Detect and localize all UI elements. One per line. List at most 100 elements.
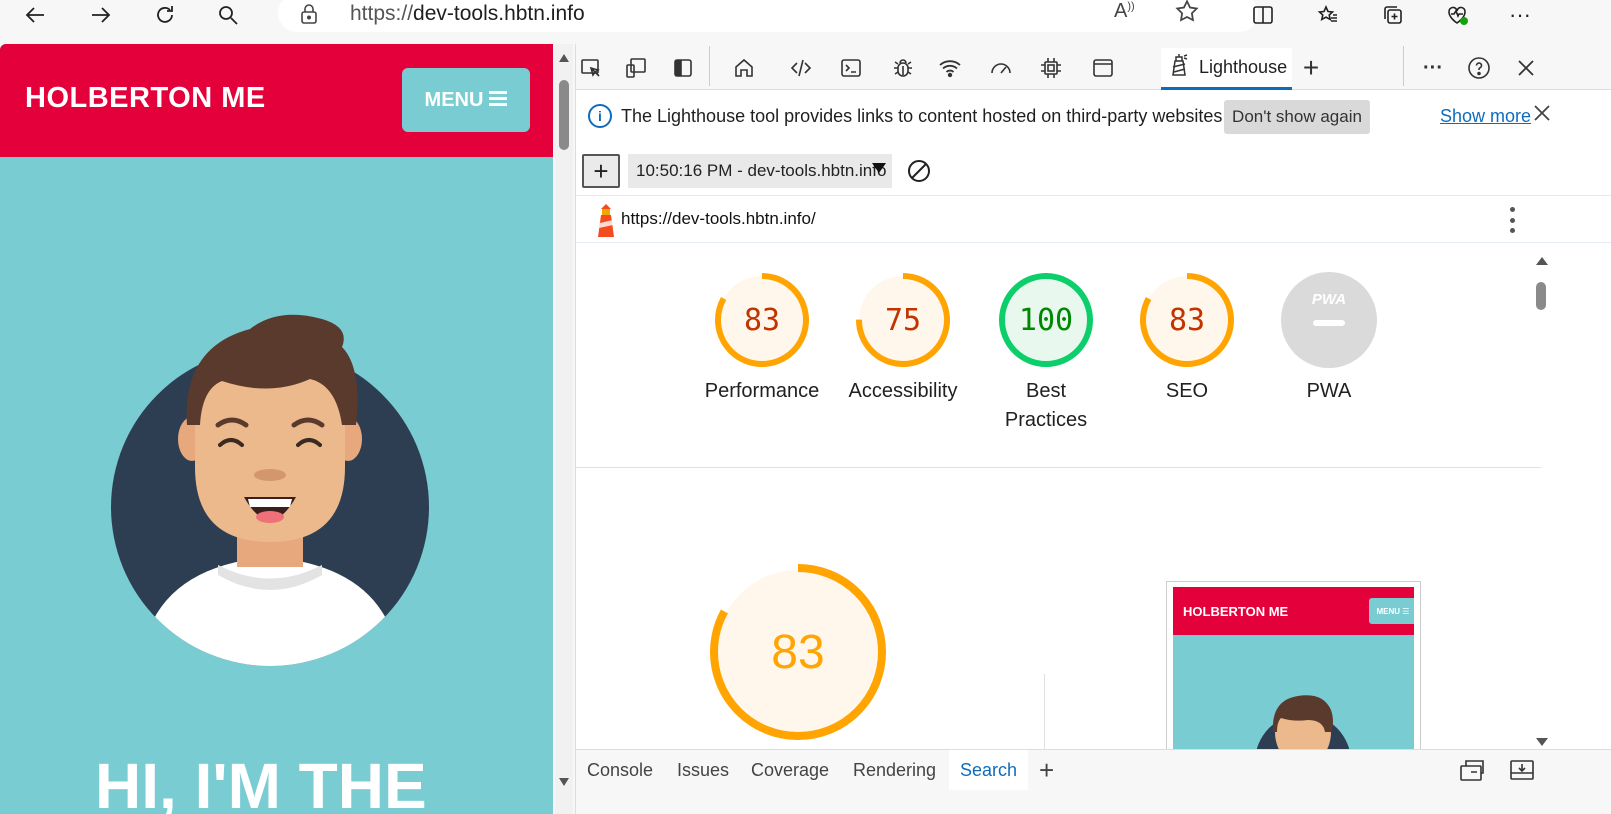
score-value: 100	[1019, 303, 1073, 338]
memory-chip-icon[interactable]	[1036, 53, 1066, 83]
lighthouse-icon	[1169, 53, 1189, 82]
favorite-star-icon[interactable]	[1174, 0, 1200, 29]
pwa-badge-icon: PWA	[1281, 272, 1377, 368]
thumbnail-menu-button: MENU ☰	[1369, 598, 1414, 624]
dropdown-caret-icon	[872, 163, 886, 173]
favorites-icon[interactable]	[1308, 0, 1348, 30]
score-seo[interactable]: 83 SEO	[1122, 270, 1252, 406]
large-score-value: 83	[771, 626, 824, 679]
device-emulation-icon[interactable]	[621, 53, 651, 83]
application-icon[interactable]	[1088, 53, 1118, 83]
info-bar: i The Lighthouse tool provides links to …	[576, 91, 1611, 141]
hamburger-icon	[489, 89, 508, 112]
inspect-element-icon[interactable]	[576, 53, 606, 83]
dont-show-again-button[interactable]: Don't show again	[1224, 100, 1370, 134]
lock-icon[interactable]	[298, 2, 320, 31]
add-tool-plus-icon[interactable]: +	[1296, 52, 1326, 83]
address-bar[interactable]: https://dev-tools.hbtn.info A))	[278, 0, 1258, 32]
collections-icon[interactable]	[1373, 0, 1413, 30]
close-infobar-icon[interactable]	[1532, 103, 1552, 129]
score-performance[interactable]: 83 Performance	[697, 270, 827, 406]
report-scrollbar[interactable]	[1532, 254, 1550, 754]
report-toolbar: + 10:50:16 PM - dev-tools.hbtn.info	[576, 144, 1611, 196]
drawer-tabbar: Console Issues Coverage Rendering Search…	[576, 749, 1611, 814]
browser-toolbar: https://dev-tools.hbtn.info A)) ···	[0, 0, 1611, 34]
score-label: SEO	[1165, 380, 1209, 402]
score-value: 75	[885, 303, 921, 338]
report-menu-icon[interactable]	[1508, 207, 1516, 233]
sources-bug-icon[interactable]	[888, 53, 918, 83]
report-select[interactable]: 10:50:16 PM - dev-tools.hbtn.info	[628, 154, 892, 188]
show-more-link[interactable]: Show more	[1440, 106, 1531, 127]
score-best-practices[interactable]: 100 Best Practices	[981, 270, 1111, 435]
scroll-down-icon[interactable]	[559, 778, 569, 786]
vertical-divider	[1044, 674, 1045, 749]
split-screen-icon[interactable]	[1243, 0, 1283, 30]
gauge-ring: 100	[999, 273, 1093, 367]
menu-label: MENU	[424, 88, 484, 111]
toolbar-divider	[709, 46, 710, 86]
welcome-home-icon[interactable]	[729, 53, 759, 83]
network-wifi-icon[interactable]	[935, 53, 965, 83]
lighthouse-report: 83 Performance 75 Accessibility 100 Best…	[576, 244, 1541, 749]
score-pwa[interactable]: PWA PWA	[1264, 270, 1394, 406]
lighthouse-logo-icon	[592, 203, 620, 239]
performance-gauge-icon[interactable]	[986, 53, 1016, 83]
drawer-tab-issues[interactable]: Issues	[666, 750, 740, 790]
drawer-tab-coverage[interactable]: Coverage	[740, 750, 840, 790]
pwa-badge-text: PWA	[1312, 291, 1346, 308]
performance-score-large: 83	[706, 560, 890, 749]
close-devtools-icon[interactable]	[1511, 53, 1541, 83]
site-title: HOLBERTON ME	[25, 82, 266, 114]
forward-icon[interactable]	[80, 0, 120, 30]
address-url: https://dev-tools.hbtn.info	[350, 2, 585, 25]
search-icon[interactable]	[208, 0, 248, 30]
elements-icon[interactable]	[786, 53, 816, 83]
dock-drawer-icon[interactable]	[1509, 758, 1535, 787]
add-drawer-tool-icon[interactable]: +	[1028, 750, 1065, 790]
scroll-down-icon[interactable]	[1536, 738, 1548, 746]
score-value: 83	[1169, 303, 1205, 338]
report-scroll-thumb[interactable]	[1536, 282, 1546, 310]
drawer-tab-console[interactable]: Console	[576, 750, 664, 790]
refresh-icon[interactable]	[145, 0, 185, 30]
back-icon[interactable]	[16, 0, 56, 30]
page-viewport: HOLBERTON ME MENU HI, I'M THE	[0, 44, 553, 814]
hero-heading: HI, I'M THE	[95, 750, 427, 814]
read-aloud-icon[interactable]: A))	[1114, 0, 1135, 23]
score-accessibility[interactable]: 75 Accessibility	[838, 270, 968, 406]
score-label: Accessibility	[848, 380, 958, 402]
score-value: 83	[744, 303, 780, 338]
drawer-tab-search[interactable]: Search	[949, 750, 1029, 790]
menu-button[interactable]: MENU	[402, 68, 530, 132]
score-label: Performance	[704, 380, 820, 402]
page-scrollbar[interactable]	[555, 44, 573, 814]
tab-lighthouse[interactable]: Lighthouse	[1161, 48, 1292, 90]
settings-more-icon[interactable]: ···	[1500, 0, 1540, 30]
score-label: Best Practices	[1004, 380, 1088, 431]
scroll-up-icon[interactable]	[559, 54, 569, 62]
page-screenshot-thumbnail[interactable]: HOLBERTON ME MENU ☰	[1166, 581, 1421, 749]
info-message: The Lighthouse tool provides links to co…	[621, 106, 1228, 126]
devtools-toolbar: Lighthouse + ···	[576, 44, 1611, 90]
thumbnail-site-title: HOLBERTON ME	[1183, 604, 1289, 619]
info-icon: i	[588, 104, 612, 128]
page-scroll-thumb[interactable]	[559, 80, 569, 150]
thumbnail-avatar	[1256, 695, 1350, 749]
browser-essentials-icon[interactable]	[1437, 0, 1477, 30]
new-report-button[interactable]: +	[582, 154, 620, 188]
clear-reports-icon[interactable]	[906, 158, 932, 184]
more-tools-icon[interactable]: ···	[1418, 53, 1448, 83]
report-url: https://dev-tools.hbtn.info/	[621, 209, 816, 228]
score-label: PWA	[1306, 380, 1352, 402]
scroll-up-icon[interactable]	[1536, 257, 1548, 265]
drawer-tab-rendering[interactable]: Rendering	[842, 750, 947, 790]
dock-side-icon[interactable]	[668, 53, 698, 83]
undock-drawer-icon[interactable]	[1459, 758, 1485, 787]
help-icon[interactable]	[1464, 53, 1494, 83]
avatar	[110, 307, 430, 672]
console-icon[interactable]	[836, 53, 866, 83]
site-header: HOLBERTON ME MENU	[0, 44, 553, 157]
section-divider	[576, 467, 1541, 468]
report-url-bar: https://dev-tools.hbtn.info/	[576, 197, 1611, 243]
